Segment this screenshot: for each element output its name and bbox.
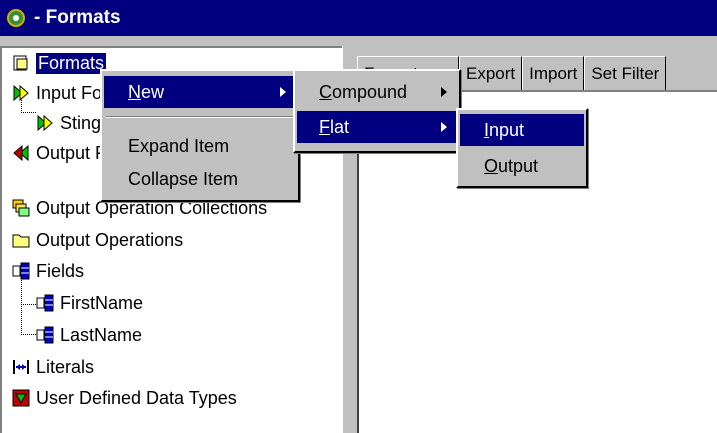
input-icon [37, 114, 53, 132]
tree-item-lastname[interactable]: LastName [36, 320, 142, 350]
menu-item-label: Flat [319, 116, 350, 137]
submenu-arrow-icon [441, 122, 447, 132]
literals-icon [13, 360, 29, 374]
tree-item-formats[interactable]: Formats [12, 48, 107, 78]
tab-import[interactable]: Import [522, 56, 585, 90]
tab-label: Export [466, 63, 516, 83]
menu-item-label: Output [484, 155, 539, 176]
context-menu: New Expand Item Collapse Item [100, 69, 300, 202]
datatypes-icon [12, 389, 30, 407]
tab-label: Set Filter [591, 63, 660, 83]
menu-item-label: Expand Item [128, 135, 230, 156]
menu-item-compound[interactable]: Compound [297, 76, 457, 108]
tab-label: Import [529, 63, 578, 83]
tree-item-label: Fields [36, 260, 85, 281]
menu-item-label: Compound [319, 81, 408, 102]
fields-icon [36, 294, 54, 312]
menu-item-collapse[interactable]: Collapse Item [104, 163, 296, 195]
menu-item-output[interactable]: Output [460, 150, 584, 182]
tree-item-label: User Defined Data Types [36, 387, 237, 408]
tree-item-label: Sting [60, 112, 102, 133]
tree-item-label: LastName [60, 324, 143, 345]
tree-item-firstname[interactable]: FirstName [36, 288, 143, 318]
app-icon [7, 9, 25, 27]
tree-item-label: FirstName [60, 292, 144, 313]
collections-icon [12, 199, 30, 217]
title-bar[interactable]: - Formats [0, 0, 717, 36]
menu-separator [106, 116, 294, 118]
menu-item-expand[interactable]: Expand Item [104, 130, 296, 162]
submenu-arrow-icon [280, 87, 286, 97]
output-icon [13, 144, 29, 162]
flat-submenu: Input Output [456, 108, 588, 188]
new-submenu: Compound Flat [293, 69, 461, 153]
menu-item-label: Input [484, 119, 525, 140]
tab-set-filter[interactable]: Set Filter [584, 56, 667, 90]
tree-connector [21, 276, 36, 305]
tree-item-label: Output Operations [36, 229, 184, 250]
menu-item-input[interactable]: Input [460, 114, 584, 146]
menu-item-flat[interactable]: Flat [297, 111, 457, 143]
tree-item-output-operations[interactable]: Output Operations [12, 225, 183, 255]
tab-export[interactable]: Export [459, 56, 523, 90]
menu-item-new[interactable]: New [104, 76, 296, 108]
window-title: - Formats [34, 7, 121, 28]
tree-item-label: Formats [36, 52, 107, 74]
fields-icon [36, 326, 54, 344]
tree-item-label: Literals [36, 356, 95, 377]
menu-item-label: Collapse Item [128, 168, 239, 189]
submenu-arrow-icon [441, 87, 447, 97]
tree-connector [21, 98, 36, 113]
tree-item-literals[interactable]: Literals [12, 352, 94, 382]
menu-item-label: New [128, 81, 165, 102]
tree-item-user-defined-data-types[interactable]: User Defined Data Types [12, 383, 237, 413]
formats-icon [13, 55, 28, 71]
tree-item-sting[interactable]: Sting [36, 108, 101, 138]
folder-icon [12, 234, 30, 248]
tree-connector [21, 304, 36, 335]
